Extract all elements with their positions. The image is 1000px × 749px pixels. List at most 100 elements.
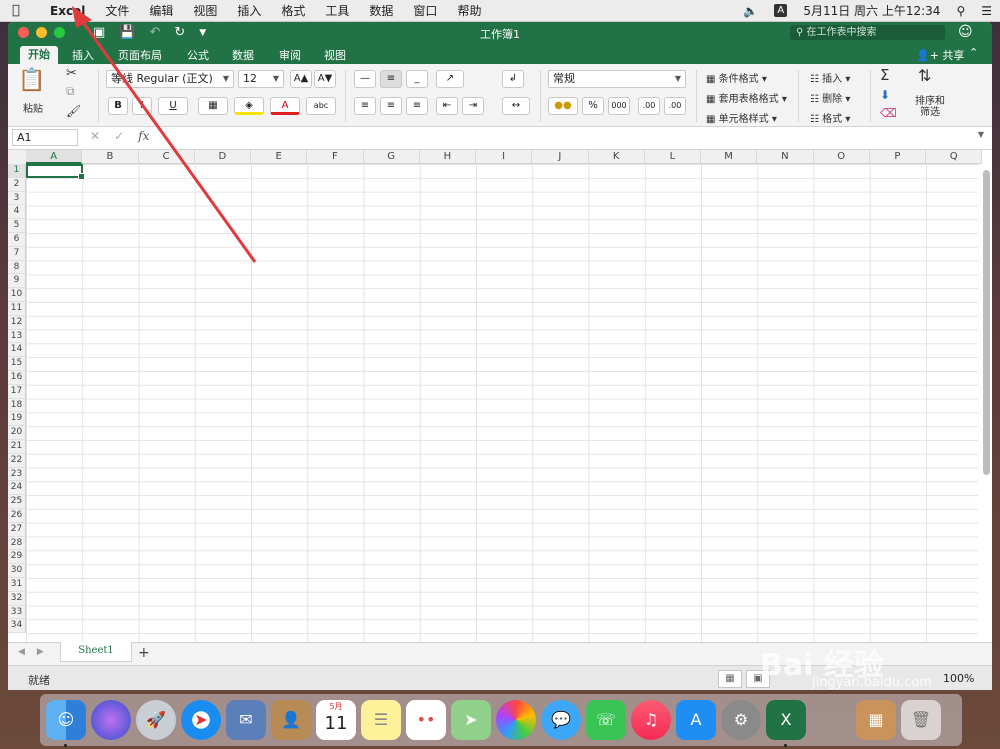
menu-excel[interactable]: Excel bbox=[50, 4, 85, 18]
photos-icon[interactable] bbox=[496, 700, 536, 740]
sort-filter-label[interactable]: 排序和筛选 bbox=[913, 96, 947, 118]
archive-utility-icon[interactable]: ▦ bbox=[856, 700, 896, 740]
calendar-icon[interactable]: 5月 11 bbox=[316, 700, 356, 740]
align-top-button[interactable]: — bbox=[354, 70, 376, 88]
row-header-3[interactable]: 3 bbox=[8, 191, 26, 206]
mail-icon[interactable]: ✉ bbox=[226, 700, 266, 740]
currency-button[interactable]: ●● bbox=[548, 97, 578, 115]
row-header-5[interactable]: 5 bbox=[8, 219, 26, 233]
font-color-button[interactable]: A bbox=[270, 97, 300, 115]
row-header-23[interactable]: 23 bbox=[8, 467, 26, 482]
tab-home[interactable]: 开始 bbox=[20, 46, 58, 64]
column-header-m[interactable]: M bbox=[701, 150, 758, 164]
tab-page-layout[interactable]: 页面布局 bbox=[118, 47, 162, 63]
cell-styles-button[interactable]: ▦ 单元格样式 ▾ bbox=[706, 110, 777, 125]
sheet-search-input[interactable]: ⚲ 在工作表中搜索 bbox=[790, 25, 945, 40]
launchpad-icon[interactable]: 🚀 bbox=[136, 700, 176, 740]
increase-indent-button[interactable]: ⇥ bbox=[462, 97, 484, 115]
row-header-4[interactable]: 4 bbox=[8, 205, 26, 220]
delete-cells-button[interactable]: ☷ 删除 ▾ bbox=[810, 90, 850, 105]
row-header-12[interactable]: 12 bbox=[8, 315, 26, 330]
safari-icon[interactable]: ➤ bbox=[181, 700, 221, 740]
row-header-7[interactable]: 7 bbox=[8, 246, 26, 261]
collapse-ribbon-icon[interactable]: ⌃ bbox=[969, 46, 978, 59]
column-header-o[interactable]: O bbox=[813, 150, 870, 164]
format-painter-icon[interactable]: 🖌 bbox=[66, 104, 81, 118]
row-header-2[interactable]: 2 bbox=[8, 177, 26, 192]
row-header-24[interactable]: 24 bbox=[8, 481, 26, 496]
tab-view[interactable]: 视图 bbox=[324, 47, 346, 63]
column-header-n[interactable]: N bbox=[757, 150, 814, 164]
decrease-decimal-button[interactable]: .00 bbox=[664, 97, 686, 115]
insert-cells-button[interactable]: ☷ 插入 ▾ bbox=[810, 70, 850, 85]
merge-center-button[interactable]: ↔ bbox=[502, 97, 530, 115]
italic-button[interactable]: I bbox=[132, 97, 152, 115]
confirm-icon[interactable]: ✓ bbox=[114, 129, 124, 143]
comma-style-button[interactable]: 000 bbox=[608, 97, 630, 115]
menu-edit[interactable]: 编辑 bbox=[149, 2, 173, 19]
column-header-e[interactable]: E bbox=[251, 150, 308, 164]
tab-review[interactable]: 审阅 bbox=[279, 47, 301, 63]
menu-format[interactable]: 格式 bbox=[281, 2, 305, 19]
menu-view[interactable]: 视图 bbox=[193, 2, 217, 19]
align-bottom-button[interactable]: _ bbox=[406, 70, 428, 88]
tab-data[interactable]: 数据 bbox=[232, 47, 254, 63]
decrease-font-size-button[interactable]: A▼ bbox=[314, 70, 336, 88]
tab-insert[interactable]: 插入 bbox=[72, 47, 94, 63]
align-right-button[interactable]: ≡ bbox=[406, 97, 428, 115]
row-header-32[interactable]: 32 bbox=[8, 591, 26, 606]
menu-window[interactable]: 窗口 bbox=[413, 2, 437, 19]
column-header-a[interactable]: A bbox=[26, 150, 83, 164]
decrease-indent-button[interactable]: ⇤ bbox=[436, 97, 458, 115]
row-header-22[interactable]: 22 bbox=[8, 453, 26, 468]
fill-icon[interactable]: ⬇ bbox=[880, 88, 890, 102]
row-header-33[interactable]: 33 bbox=[8, 605, 26, 620]
add-sheet-button[interactable]: + bbox=[138, 645, 150, 661]
contacts-icon[interactable]: 👤 bbox=[271, 700, 311, 740]
share-button[interactable]: 👤+ 共享 bbox=[916, 47, 964, 63]
cancel-icon[interactable]: ✕ bbox=[90, 129, 100, 143]
row-header-17[interactable]: 17 bbox=[8, 384, 26, 399]
clear-icon[interactable]: ⌫ bbox=[880, 106, 897, 120]
expand-formula-bar-icon[interactable]: ▼ bbox=[978, 130, 984, 139]
row-header-31[interactable]: 31 bbox=[8, 578, 26, 592]
column-header-j[interactable]: J bbox=[532, 150, 589, 164]
align-middle-button[interactable]: ≡ bbox=[380, 70, 402, 88]
selected-cell-a1[interactable] bbox=[26, 164, 85, 180]
tab-formulas[interactable]: 公式 bbox=[187, 47, 209, 63]
row-header-34[interactable]: 34 bbox=[8, 619, 26, 634]
prev-sheet-icon[interactable]: ◀ bbox=[18, 647, 25, 657]
column-header-c[interactable]: C bbox=[138, 150, 195, 164]
format-as-table-button[interactable]: ▦ 套用表格格式 ▾ bbox=[706, 90, 787, 105]
column-header-h[interactable]: H bbox=[419, 150, 476, 164]
row-header-30[interactable]: 30 bbox=[8, 564, 26, 578]
row-header-27[interactable]: 27 bbox=[8, 522, 26, 537]
menu-file[interactable]: 文件 bbox=[105, 2, 129, 19]
itunes-icon[interactable]: ♫ bbox=[631, 700, 671, 740]
row-header-14[interactable]: 14 bbox=[8, 343, 26, 358]
row-header-18[interactable]: 18 bbox=[8, 398, 26, 413]
row-header-29[interactable]: 29 bbox=[8, 550, 26, 565]
row-header-28[interactable]: 28 bbox=[8, 536, 26, 551]
excel-icon[interactable]: X bbox=[766, 700, 806, 747]
normal-view-icon[interactable]: ▦ bbox=[718, 670, 742, 688]
maps-icon[interactable]: ➤ bbox=[451, 700, 491, 740]
menu-tools[interactable]: 工具 bbox=[325, 2, 349, 19]
facetime-icon[interactable]: ☏ bbox=[586, 700, 626, 740]
finder-icon[interactable]: ☺ bbox=[46, 700, 86, 747]
column-header-i[interactable]: I bbox=[476, 150, 533, 164]
copy-icon[interactable]: ⧉ bbox=[66, 84, 75, 99]
percent-button[interactable]: % bbox=[582, 97, 604, 115]
orientation-button[interactable]: ↗ bbox=[436, 70, 464, 88]
column-header-p[interactable]: P bbox=[869, 150, 926, 164]
row-header-16[interactable]: 16 bbox=[8, 371, 26, 385]
phonetic-button[interactable]: abc bbox=[306, 97, 336, 115]
trash-icon[interactable]: 🗑 bbox=[901, 700, 941, 740]
bold-button[interactable]: B bbox=[108, 97, 128, 115]
messages-icon[interactable]: 💬 bbox=[541, 700, 581, 740]
column-header-d[interactable]: D bbox=[194, 150, 251, 164]
sheet-tab-sheet1[interactable]: Sheet1 bbox=[60, 642, 132, 662]
next-sheet-icon[interactable]: ▶ bbox=[37, 647, 44, 657]
underline-button[interactable]: U bbox=[158, 97, 188, 115]
select-all-corner[interactable] bbox=[8, 150, 27, 165]
